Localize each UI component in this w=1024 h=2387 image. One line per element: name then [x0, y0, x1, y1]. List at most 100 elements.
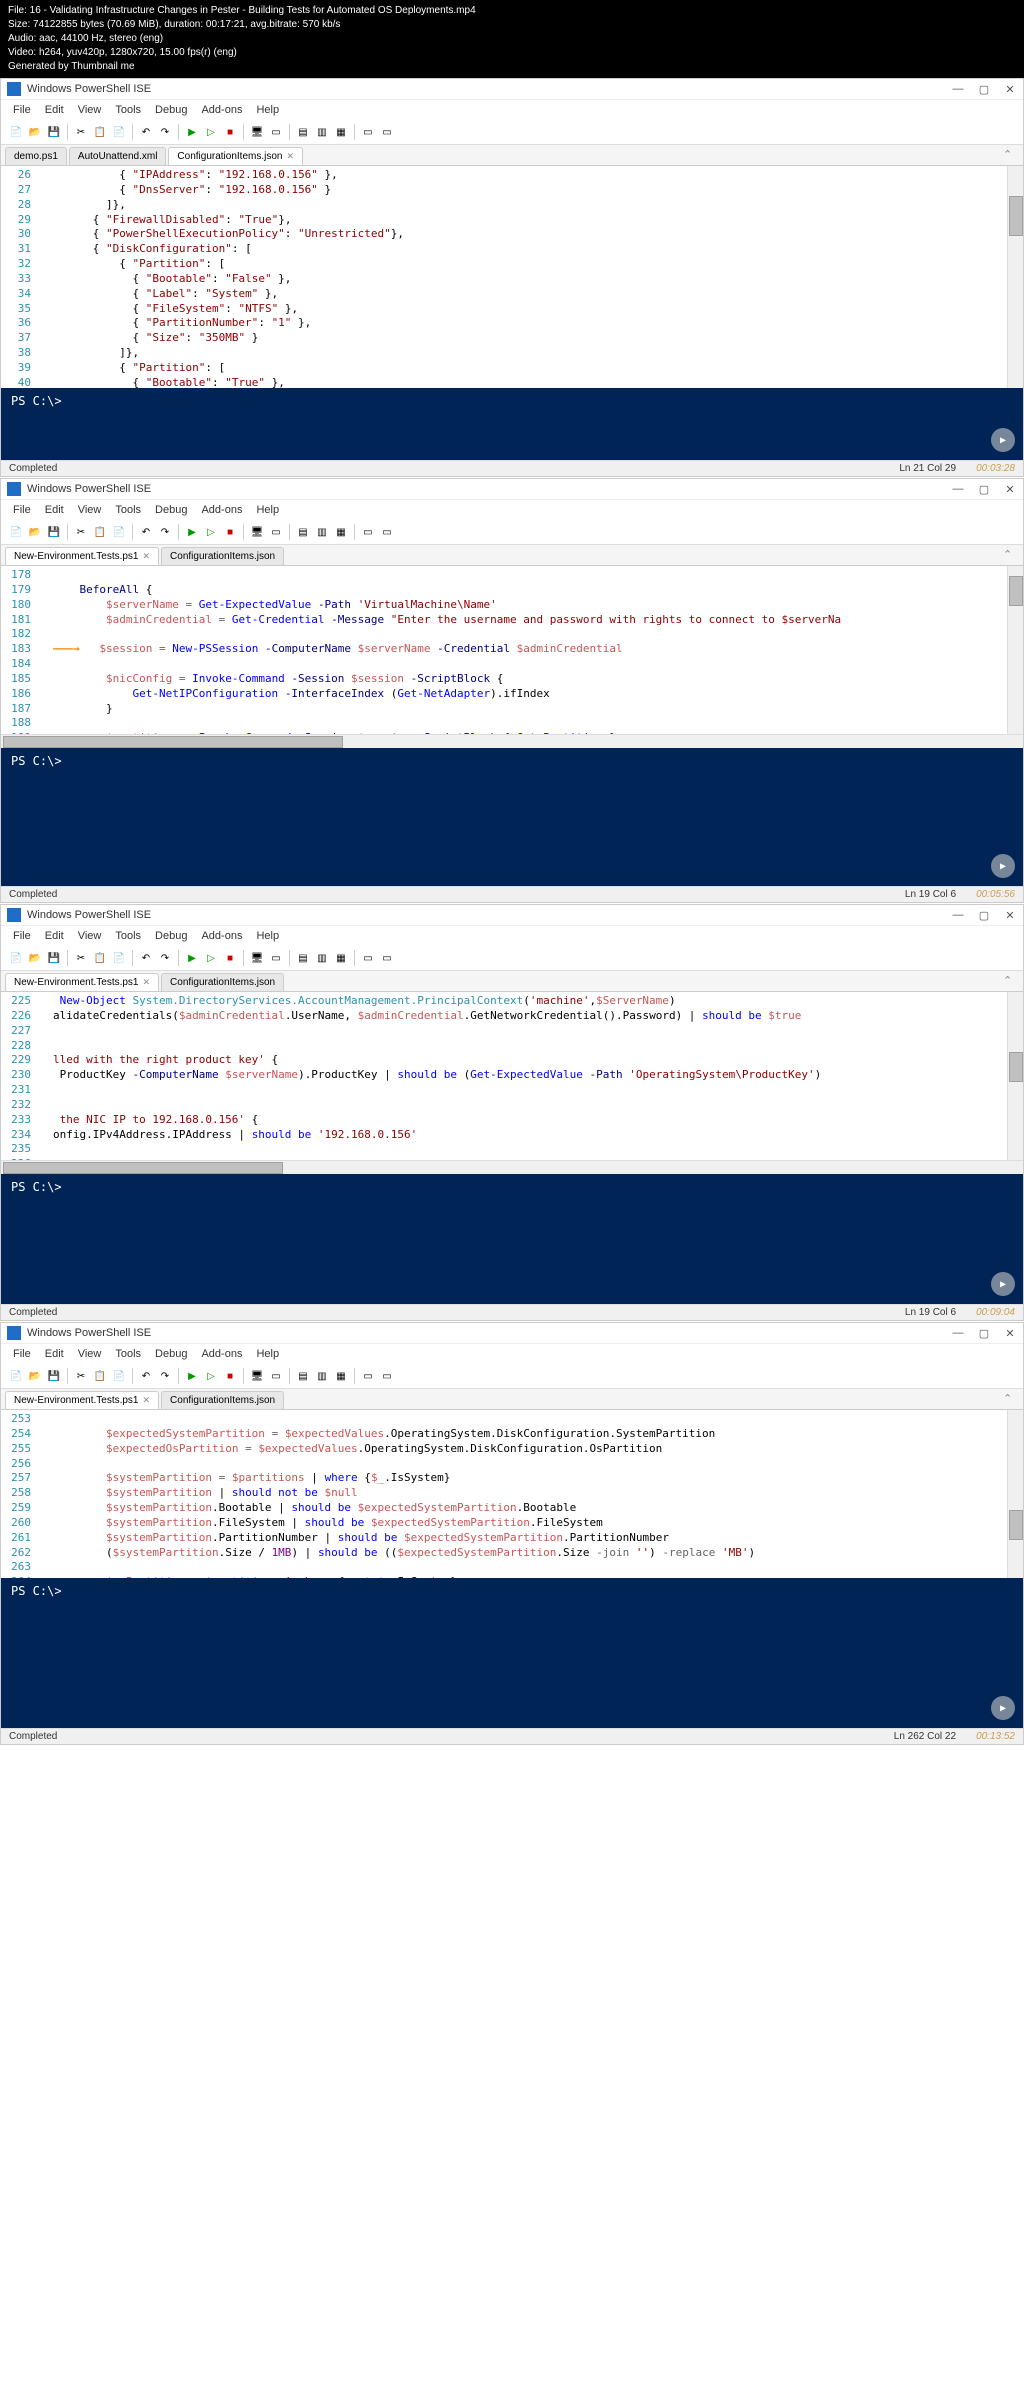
ps-icon[interactable]: ▭ — [267, 523, 285, 541]
menu-view[interactable]: View — [72, 1346, 108, 1362]
code-area[interactable]: BeforeAll { $serverName = Get-ExpectedVa… — [49, 566, 1007, 734]
cmd-addon2-icon[interactable]: ▭ — [378, 949, 396, 967]
vertical-scrollbar[interactable] — [1007, 1410, 1023, 1578]
remote-icon[interactable]: 🖥 — [248, 123, 266, 141]
console-pane[interactable]: PS C:\> ▶ — [1, 388, 1023, 460]
collapse-editor-icon[interactable]: ⌃ — [1003, 548, 1017, 562]
code-area[interactable]: $expectedSystemPartition = $expectedValu… — [49, 1410, 1007, 1578]
menu-edit[interactable]: Edit — [39, 1346, 70, 1362]
open-icon[interactable]: 📂 — [26, 123, 44, 141]
console-pane[interactable]: PS C:\> ▶ — [1, 1174, 1023, 1304]
copy-icon[interactable]: 📋 — [91, 949, 109, 967]
code-area[interactable]: New-Object System.DirectoryServices.Acco… — [49, 992, 1007, 1160]
paste-icon[interactable]: 📄 — [110, 949, 128, 967]
vertical-scrollbar[interactable] — [1007, 992, 1023, 1160]
paste-icon[interactable]: 📄 — [110, 123, 128, 141]
ps-icon[interactable]: ▭ — [267, 123, 285, 141]
layout2-icon[interactable]: ▥ — [313, 523, 331, 541]
tab-config-json[interactable]: ConfigurationItems.json — [161, 973, 284, 991]
run-selection-icon[interactable]: ▷ — [202, 1367, 220, 1385]
editor[interactable]: 2627282930313233343536373839404142434445… — [1, 166, 1023, 388]
layout3-icon[interactable]: ▦ — [332, 1367, 350, 1385]
cmd-addon-icon[interactable]: ▭ — [359, 123, 377, 141]
menu-debug[interactable]: Debug — [149, 102, 193, 118]
horizontal-scrollbar[interactable] — [1, 734, 1023, 748]
stop-icon[interactable]: ■ — [221, 123, 239, 141]
menu-tools[interactable]: Tools — [109, 102, 147, 118]
menu-help[interactable]: Help — [250, 1346, 285, 1362]
editor[interactable]: 1781791801811821831841851861871881891901… — [1, 566, 1023, 734]
tab-config-json[interactable]: ConfigurationItems.json — [161, 1391, 284, 1409]
tab-config-json[interactable]: ConfigurationItems.json✕ — [168, 147, 303, 165]
tab-close-icon[interactable]: ✕ — [286, 151, 294, 162]
layout1-icon[interactable]: ▤ — [294, 1367, 312, 1385]
save-icon[interactable]: 💾 — [45, 1367, 63, 1385]
vertical-scrollbar[interactable] — [1007, 566, 1023, 734]
menu-help[interactable]: Help — [250, 928, 285, 944]
menu-file[interactable]: File — [7, 102, 37, 118]
maximize-button[interactable]: ▢ — [977, 82, 991, 96]
code-area[interactable]: { "IPAddress": "192.168.0.156" }, { "Dns… — [49, 166, 1007, 388]
stop-icon[interactable]: ■ — [221, 949, 239, 967]
new-icon[interactable]: 📄 — [7, 949, 25, 967]
paste-icon[interactable]: 📄 — [110, 1367, 128, 1385]
minimize-button[interactable]: — — [951, 482, 965, 496]
cut-icon[interactable]: ✂ — [72, 523, 90, 541]
stop-icon[interactable]: ■ — [221, 1367, 239, 1385]
menu-view[interactable]: View — [72, 102, 108, 118]
run-icon[interactable]: ▶ — [183, 949, 201, 967]
collapse-editor-icon[interactable]: ⌃ — [1003, 1392, 1017, 1406]
layout3-icon[interactable]: ▦ — [332, 523, 350, 541]
run-icon[interactable]: ▶ — [183, 123, 201, 141]
ps-icon[interactable]: ▭ — [267, 949, 285, 967]
stop-icon[interactable]: ■ — [221, 523, 239, 541]
layout3-icon[interactable]: ▦ — [332, 123, 350, 141]
new-icon[interactable]: 📄 — [7, 1367, 25, 1385]
cut-icon[interactable]: ✂ — [72, 949, 90, 967]
cmd-addon-icon[interactable]: ▭ — [359, 523, 377, 541]
menu-tools[interactable]: Tools — [109, 502, 147, 518]
menu-help[interactable]: Help — [250, 502, 285, 518]
tab-autounattend[interactable]: AutoUnattend.xml — [69, 147, 167, 165]
layout1-icon[interactable]: ▤ — [294, 949, 312, 967]
run-selection-icon[interactable]: ▷ — [202, 123, 220, 141]
cut-icon[interactable]: ✂ — [72, 123, 90, 141]
console-pane[interactable]: PS C:\> ▶ — [1, 748, 1023, 886]
layout2-icon[interactable]: ▥ — [313, 1367, 331, 1385]
layout3-icon[interactable]: ▦ — [332, 949, 350, 967]
minimize-button[interactable]: — — [951, 1326, 965, 1340]
copy-icon[interactable]: 📋 — [91, 123, 109, 141]
tab-demo[interactable]: demo.ps1 — [5, 147, 67, 165]
layout2-icon[interactable]: ▥ — [313, 949, 331, 967]
console-pane[interactable]: PS C:\> ▶ — [1, 1578, 1023, 1728]
close-button[interactable]: ✕ — [1003, 1326, 1017, 1340]
menu-debug[interactable]: Debug — [149, 1346, 193, 1362]
tab-tests[interactable]: New-Environment.Tests.ps1✕ — [5, 973, 159, 991]
menu-tools[interactable]: Tools — [109, 1346, 147, 1362]
menu-debug[interactable]: Debug — [149, 928, 193, 944]
run-icon[interactable]: ▶ — [183, 1367, 201, 1385]
paste-icon[interactable]: 📄 — [110, 523, 128, 541]
layout2-icon[interactable]: ▥ — [313, 123, 331, 141]
menu-help[interactable]: Help — [250, 102, 285, 118]
editor[interactable]: 2532542552562572582592602612622632642652… — [1, 1410, 1023, 1578]
menu-edit[interactable]: Edit — [39, 928, 70, 944]
copy-icon[interactable]: 📋 — [91, 1367, 109, 1385]
menu-file[interactable]: File — [7, 928, 37, 944]
undo-icon[interactable]: ↶ — [137, 123, 155, 141]
cmd-addon2-icon[interactable]: ▭ — [378, 1367, 396, 1385]
remote-icon[interactable]: 🖥 — [248, 949, 266, 967]
undo-icon[interactable]: ↶ — [137, 523, 155, 541]
fold-column[interactable] — [39, 992, 49, 1160]
tab-close-icon[interactable]: ✕ — [143, 1395, 151, 1406]
run-selection-icon[interactable]: ▷ — [202, 523, 220, 541]
menu-edit[interactable]: Edit — [39, 102, 70, 118]
fold-column[interactable] — [39, 166, 49, 388]
menu-debug[interactable]: Debug — [149, 502, 193, 518]
copy-icon[interactable]: 📋 — [91, 523, 109, 541]
redo-icon[interactable]: ↷ — [156, 523, 174, 541]
open-icon[interactable]: 📂 — [26, 523, 44, 541]
new-icon[interactable]: 📄 — [7, 523, 25, 541]
menu-file[interactable]: File — [7, 502, 37, 518]
tab-tests[interactable]: New-Environment.Tests.ps1✕ — [5, 547, 159, 565]
